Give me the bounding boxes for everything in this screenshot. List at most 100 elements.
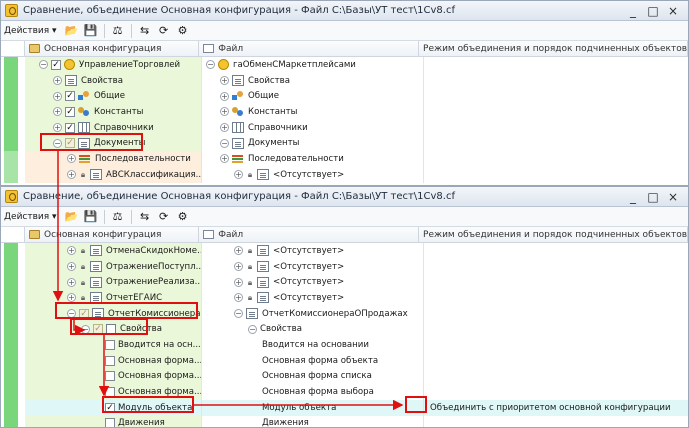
mode-cell[interactable] bbox=[423, 352, 688, 369]
tree-row[interactable]: + Последовательности + Последовательности bbox=[1, 151, 688, 167]
close-button[interactable]: × bbox=[666, 190, 680, 204]
expand-icon[interactable]: + bbox=[220, 76, 229, 86]
mode-cell[interactable] bbox=[423, 368, 688, 385]
mode-cell[interactable] bbox=[423, 104, 688, 120]
expand-icon[interactable]: + bbox=[53, 107, 62, 117]
header-mode[interactable]: Режим объединения и порядок подчиненных … bbox=[419, 227, 688, 242]
new-icon[interactable]: 📂 bbox=[64, 23, 80, 39]
tree-row[interactable]: + 🔒︎ ОтражениеПоступл... + 🔒︎ <Отсутствует> bbox=[1, 258, 688, 275]
expand-icon[interactable]: + bbox=[220, 91, 229, 101]
tree-row[interactable]: Основная форма... Основная форма списка bbox=[1, 368, 688, 385]
expand-icon[interactable]: + bbox=[220, 154, 229, 164]
checkbox-icon[interactable] bbox=[105, 371, 115, 382]
header-main-config[interactable]: Основная конфигурация bbox=[25, 227, 200, 242]
settings-icon[interactable]: ⚙ bbox=[175, 23, 191, 39]
checkbox-icon[interactable] bbox=[105, 339, 115, 350]
checkbox-icon[interactable] bbox=[105, 418, 115, 427]
tree-row[interactable]: + ✓ Константы + Константы bbox=[1, 104, 688, 120]
header-mode[interactable]: Режим объединения и порядок подчиненных … bbox=[419, 41, 688, 56]
tree-row[interactable]: Вводится на осн... Вводится на основании bbox=[1, 337, 688, 353]
expand-icon[interactable]: + bbox=[67, 277, 76, 287]
maximize-button[interactable]: □ bbox=[646, 4, 660, 18]
tree-row[interactable]: Основная форма... Основная форма объекта bbox=[1, 352, 688, 369]
tree-row-selected[interactable]: ✓Модуль объекта Модуль объекта ⚙Объедини… bbox=[1, 399, 688, 416]
tree-row[interactable]: + ✓ Справочники + Справочники bbox=[1, 119, 688, 136]
mode-cell[interactable] bbox=[423, 243, 688, 259]
close-button[interactable]: × bbox=[666, 4, 680, 18]
minimize-button[interactable]: _ bbox=[626, 4, 640, 18]
mode-cell[interactable] bbox=[423, 88, 688, 105]
collapse-icon[interactable]: − bbox=[67, 309, 76, 319]
mode-cell[interactable] bbox=[423, 135, 688, 152]
tree-row[interactable]: − ✓ ОтчетКомиссионера... − ОтчетКомиссионер… bbox=[1, 305, 688, 322]
expand-icon[interactable]: + bbox=[234, 277, 243, 287]
mode-cell[interactable] bbox=[423, 119, 688, 136]
mode-cell[interactable] bbox=[423, 151, 688, 167]
checkbox-icon[interactable]: ✓ bbox=[105, 402, 115, 413]
save-icon[interactable]: 💾 bbox=[83, 209, 99, 225]
expand-icon[interactable]: + bbox=[67, 170, 76, 180]
tree-row[interactable]: Основная форма... Основная форма выбора bbox=[1, 384, 688, 400]
mode-cell[interactable] bbox=[423, 305, 688, 322]
checkbox-icon[interactable] bbox=[105, 355, 115, 366]
checkbox-icon[interactable]: ✓ bbox=[65, 106, 75, 117]
merge-icon[interactable]: ⇆ bbox=[137, 23, 153, 39]
minimize-button[interactable]: _ bbox=[626, 190, 640, 204]
checkbox-icon[interactable]: ✓ bbox=[93, 324, 103, 335]
refresh-icon[interactable]: ⟳ bbox=[156, 209, 172, 225]
expand-icon[interactable]: + bbox=[234, 293, 243, 303]
tree-row[interactable]: − ✓ Свойства − Свойства bbox=[1, 321, 688, 338]
expand-icon[interactable]: + bbox=[220, 107, 229, 117]
mode-cell[interactable] bbox=[423, 166, 688, 183]
tree-row[interactable]: − ✓ Документы − Документы bbox=[1, 135, 688, 152]
checkbox-icon[interactable]: ✓ bbox=[51, 59, 61, 70]
refresh-icon[interactable]: ⟳ bbox=[156, 23, 172, 39]
maximize-button[interactable]: □ bbox=[646, 190, 660, 204]
checkbox-icon[interactable] bbox=[105, 387, 115, 398]
mode-cell[interactable] bbox=[423, 290, 688, 306]
settings-icon[interactable]: ⚙ bbox=[175, 209, 191, 225]
expand-icon[interactable]: + bbox=[234, 246, 243, 256]
expand-icon[interactable]: + bbox=[67, 154, 76, 164]
expand-icon[interactable]: + bbox=[67, 262, 76, 272]
tree-row[interactable]: + 🔒︎ ОтменаСкидокНоме... + 🔒︎ <Отсутствует> bbox=[1, 243, 688, 259]
actions-menu[interactable]: Действия ▾ bbox=[4, 212, 57, 222]
expand-icon[interactable]: + bbox=[234, 262, 243, 272]
compare-icon[interactable]: ⚖ bbox=[110, 209, 126, 225]
checkbox-icon[interactable]: ✓ bbox=[65, 91, 75, 102]
tree-row[interactable]: + Свойства + Свойства bbox=[1, 72, 688, 89]
save-icon[interactable]: 💾 bbox=[83, 23, 99, 39]
mode-cell[interactable]: ⚙Объединить с приоритетом основной конфи… bbox=[423, 399, 688, 416]
collapse-icon[interactable]: − bbox=[220, 138, 229, 148]
collapse-icon[interactable]: − bbox=[248, 324, 257, 334]
expand-icon[interactable]: + bbox=[67, 246, 76, 256]
expand-icon[interactable]: + bbox=[53, 91, 62, 101]
tree-row[interactable]: Движения Движения bbox=[1, 415, 688, 427]
collapse-icon[interactable]: − bbox=[206, 60, 215, 70]
mode-cell[interactable] bbox=[423, 274, 688, 291]
tree-row[interactable]: + 🔒︎ АВСКлассификация... + 🔒︎ <Отсутствует> bbox=[1, 166, 688, 183]
compare-icon[interactable]: ⚖ bbox=[110, 23, 126, 39]
new-icon[interactable]: 📂 bbox=[64, 209, 80, 225]
gear-icon[interactable]: ⚙ bbox=[424, 401, 426, 415]
tree-row[interactable]: + ✓ Общие + Общие bbox=[1, 88, 688, 105]
expand-icon[interactable]: + bbox=[67, 293, 76, 303]
expand-icon[interactable]: + bbox=[53, 76, 62, 86]
expand-icon[interactable]: + bbox=[234, 170, 243, 180]
collapse-icon[interactable]: − bbox=[234, 309, 243, 319]
tree-row[interactable]: − ✓ УправлениеТорговлей − гаОбменСМаркетпле… bbox=[1, 57, 688, 73]
checkbox-icon[interactable]: ✓ bbox=[79, 308, 89, 319]
collapse-icon[interactable]: − bbox=[39, 60, 48, 70]
mode-cell[interactable] bbox=[423, 415, 688, 427]
checkbox-icon[interactable]: ✓ bbox=[65, 122, 75, 133]
merge-icon[interactable]: ⇆ bbox=[137, 209, 153, 225]
expand-icon[interactable]: + bbox=[220, 123, 229, 133]
mode-cell[interactable] bbox=[423, 337, 688, 353]
collapse-icon[interactable]: − bbox=[53, 138, 62, 148]
expand-icon[interactable]: + bbox=[53, 123, 62, 133]
mode-cell[interactable] bbox=[423, 384, 688, 400]
header-file[interactable]: Файл bbox=[199, 227, 420, 242]
collapse-icon[interactable]: − bbox=[81, 324, 90, 334]
header-main-config[interactable]: Основная конфигурация bbox=[25, 41, 200, 56]
checkbox-icon[interactable]: ✓ bbox=[65, 138, 75, 149]
